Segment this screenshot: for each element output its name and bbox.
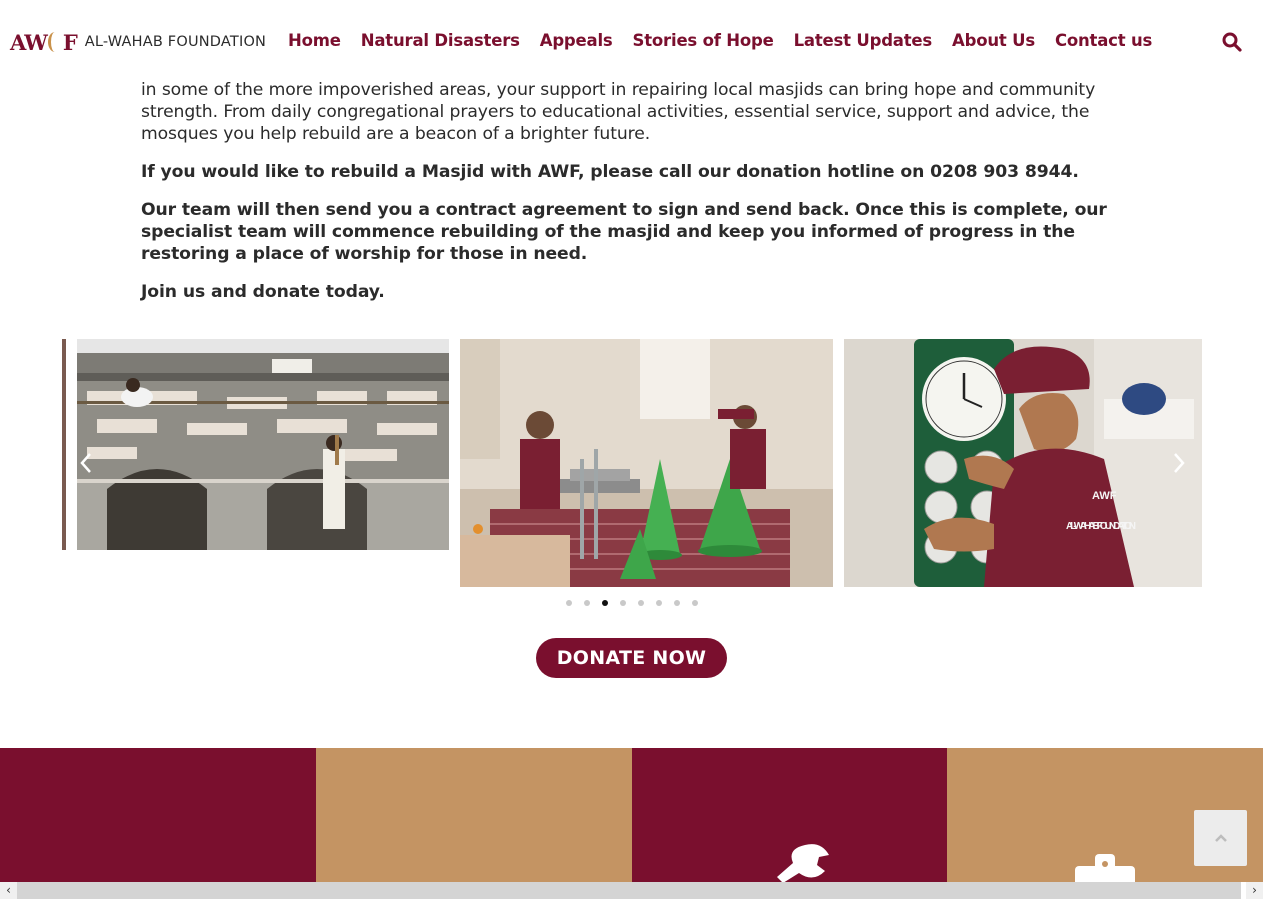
nav-latest-updates[interactable]: Latest Updates	[794, 31, 933, 50]
carousel-dot[interactable]	[566, 600, 572, 606]
logo-text: AL-WAHAB FOUNDATION	[84, 34, 267, 50]
carousel-dot[interactable]	[692, 600, 698, 606]
nav-about-us[interactable]: About Us	[952, 31, 1035, 50]
carousel-next-button[interactable]	[1169, 452, 1189, 480]
carousel-slide-prayer-clock[interactable]: AWF AL-WAHAB FOUNDATION	[844, 339, 1202, 587]
chevron-right-icon	[1174, 453, 1185, 473]
carousel-slide-speaker-assembly[interactable]	[460, 339, 833, 587]
site-logo[interactable]: AW F AL-WAHAB FOUNDATION	[10, 28, 266, 56]
chevron-up-icon	[1214, 834, 1227, 842]
wrench-icon	[776, 844, 829, 883]
carousel-dot[interactable]	[656, 600, 662, 606]
carousel-dot-active[interactable]	[602, 600, 608, 606]
hotline-paragraph: If you would like to rebuild a Masjid wi…	[141, 162, 1079, 182]
shirt-text: AL-WAHAB FOUNDATION	[1066, 521, 1136, 532]
carousel-pagination	[566, 600, 698, 606]
contract-paragraph: Our team will then send you a contract a…	[141, 200, 1107, 264]
scroll-right-button[interactable]: ›	[1246, 882, 1263, 899]
shirt-logo: AWF	[1092, 490, 1117, 502]
feature-block-2	[315, 748, 632, 899]
scrollbar-track[interactable]	[17, 882, 1241, 899]
scroll-left-button[interactable]: ‹	[0, 882, 17, 899]
carousel-slide-mosque-facade[interactable]	[77, 339, 449, 550]
carousel-dot[interactable]	[638, 600, 644, 606]
nav-natural-disasters[interactable]: Natural Disasters	[361, 31, 520, 50]
nav-stories-of-hope[interactable]: Stories of Hope	[633, 31, 774, 50]
scroll-to-top-button[interactable]	[1194, 810, 1247, 866]
feature-block-1	[0, 748, 316, 899]
logo-mark: AW F	[10, 29, 78, 55]
carousel-dot[interactable]	[620, 600, 626, 606]
nav-contact-us[interactable]: Contact us	[1055, 31, 1152, 50]
main-nav: Home Natural Disasters Appeals Stories o…	[288, 31, 1152, 50]
horizontal-scrollbar[interactable]: ‹ ›	[0, 882, 1263, 899]
donate-now-button[interactable]: DONATE NOW	[536, 638, 727, 678]
nav-home[interactable]: Home	[288, 31, 341, 50]
site-header: AW F AL-WAHAB FOUNDATION Home Natural Dis…	[0, 0, 1263, 82]
carousel-prev-button[interactable]	[76, 452, 96, 480]
carousel-slide-partial	[62, 339, 66, 550]
nav-appeals[interactable]: Appeals	[540, 31, 613, 50]
search-icon[interactable]	[1222, 32, 1242, 52]
carousel-dot[interactable]	[584, 600, 590, 606]
image-carousel: AWF AL-WAHAB FOUNDATION	[62, 339, 1202, 589]
intro-paragraph: in some of the more impoverished areas, …	[141, 80, 1096, 144]
feature-block-3	[631, 748, 948, 899]
chevron-left-icon	[80, 453, 91, 473]
cta-paragraph: Join us and donate today.	[141, 282, 385, 302]
feature-blocks	[0, 748, 1263, 899]
carousel-dot[interactable]	[674, 600, 680, 606]
